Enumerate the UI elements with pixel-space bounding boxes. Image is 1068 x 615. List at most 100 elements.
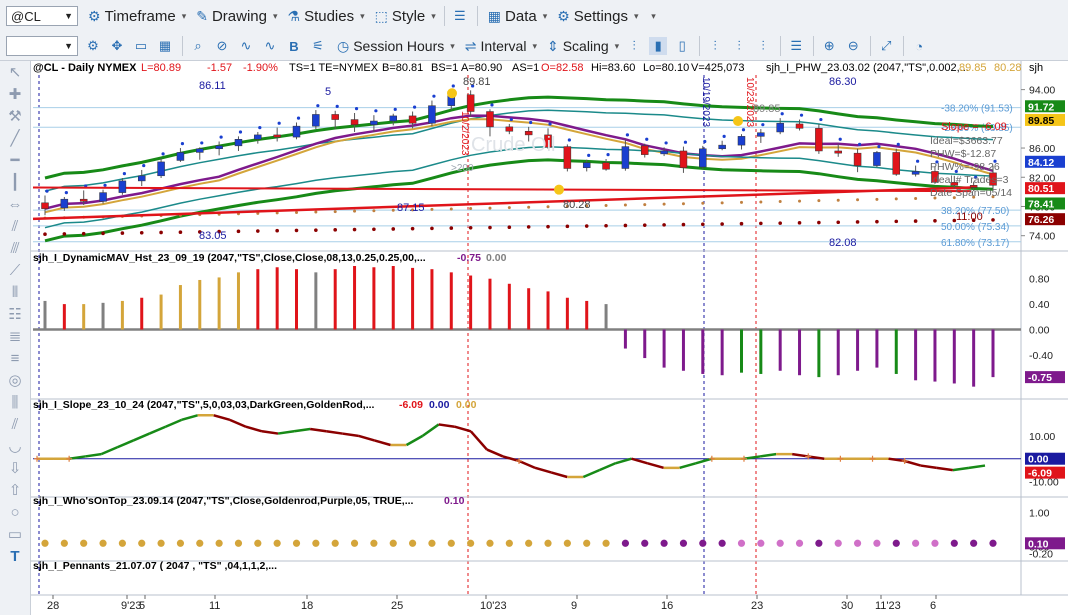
psar-dot	[761, 123, 765, 127]
header-high: Hi=83.60	[591, 62, 635, 74]
workspace-combo[interactable]: ▼	[6, 36, 78, 56]
ma200-dot	[294, 228, 299, 233]
psar-dot	[161, 152, 165, 156]
ma-dot	[836, 198, 840, 202]
chart-area[interactable]: -38.20% (91.53)-23.60% (88.85)38.20% (77…	[31, 61, 1068, 615]
rectangle-icon[interactable]: ▭	[0, 523, 30, 545]
studies-menu[interactable]: ⚗ Studies ▾	[288, 8, 365, 25]
hist-tick-label: 0.80	[1029, 274, 1050, 286]
line-chart-icon[interactable]: ⫶	[754, 37, 772, 55]
zoom-in-icon[interactable]: ⊕	[820, 37, 838, 55]
trendline-icon[interactable]: ╱	[0, 127, 30, 149]
vertical-bars-icon[interactable]: ⦀	[0, 281, 30, 303]
ma-dot	[449, 207, 453, 211]
annotation-83-05: 83.05	[199, 230, 227, 242]
wrench-icon[interactable]: ⚒	[0, 105, 30, 127]
ma200-dot	[546, 224, 550, 229]
layers-icon[interactable]: ⚟	[309, 37, 327, 55]
interval-menu[interactable]: ⇌ Interval ▾	[465, 38, 537, 55]
fib-extension-icon[interactable]: ≡	[0, 347, 30, 369]
hollow-candle-icon[interactable]: ▯	[673, 37, 691, 55]
chart-line2-icon[interactable]: ∿	[261, 37, 279, 55]
gear-icon: ⚙	[88, 7, 101, 24]
cursor-icon[interactable]: ✥	[108, 37, 126, 55]
trend-icon[interactable]: ⤢	[877, 37, 895, 55]
who-dot	[428, 539, 436, 547]
price-tick-label: 74.00	[1029, 231, 1055, 243]
pointer-icon[interactable]: ↖	[0, 61, 30, 83]
scaling-menu[interactable]: ⇕ Scaling ▾	[547, 38, 619, 55]
arrow-up-icon[interactable]: ⇧	[0, 479, 30, 501]
ma200-dot	[314, 228, 318, 232]
link-icon[interactable]: ⚙	[84, 37, 102, 55]
who-dot	[80, 539, 88, 547]
panes-icon[interactable]: ☰	[787, 37, 805, 55]
arrows-icon[interactable]: ⇔	[0, 193, 30, 215]
ma200-dot	[642, 223, 647, 227]
psar-dot	[335, 104, 339, 109]
price-tick-label: 94.00	[1029, 85, 1055, 97]
chevron-down-icon: ▾	[272, 10, 278, 21]
data-menu[interactable]: ▦ Data ▾	[488, 8, 547, 25]
style-menu[interactable]: ⬚ Style ▾	[375, 8, 436, 25]
who-dot	[544, 539, 552, 547]
candle-chart-icon[interactable]: ▮	[649, 37, 668, 55]
who-dot	[602, 539, 610, 547]
main-toolbar: @CL ▼ ⚙ Timeframe ▾ ✎ Drawing ▾ ⚗ Studies ▾ ⬚ S…	[0, 0, 1068, 33]
drawing-menu[interactable]: ✎ Drawing ▾	[196, 8, 277, 25]
chevron-down-icon: ▾	[360, 10, 365, 21]
zoom-out-icon[interactable]: ⊖	[844, 37, 862, 55]
zoom-chart-icon[interactable]: ⌕	[189, 37, 207, 55]
bold-b-icon[interactable]: B	[285, 37, 303, 55]
crosshair-icon[interactable]: ✚	[0, 83, 30, 105]
ellipse-icon[interactable]: ○	[0, 501, 30, 523]
timeframe-menu[interactable]: ⚙ Timeframe ▾	[88, 8, 186, 25]
header-ts: TS=1 TE=NYMEX	[289, 62, 379, 74]
flask-icon: ⚗	[287, 7, 301, 24]
parallel-lines-icon[interactable]: ⫻	[0, 237, 30, 259]
gann-icon[interactable]: ⫽	[0, 413, 30, 435]
psar-dot	[896, 142, 900, 146]
session-hours-menu[interactable]: ◷ Session Hours ▾	[337, 38, 455, 55]
vertical-line-icon[interactable]: ┃	[0, 171, 30, 193]
ma200-dot	[778, 221, 782, 225]
symbol-combo[interactable]: @CL ▼	[6, 6, 78, 26]
grid-lines-icon[interactable]: ☷	[0, 303, 30, 325]
arrow-down-icon[interactable]: ⇩	[0, 457, 30, 479]
hlc-icon[interactable]: ⫶	[706, 37, 724, 55]
gauge-icon[interactable]: ◔	[910, 37, 928, 55]
pencil-icon: ✎	[196, 7, 208, 24]
ma200-dot	[468, 226, 473, 230]
overflow-icon[interactable]: ▾	[645, 7, 663, 25]
annotation-89-81: 89.81	[463, 76, 491, 88]
chart-line-icon[interactable]: ∿	[237, 37, 255, 55]
ruler-icon[interactable]: ⊘	[213, 37, 231, 55]
channel-icon[interactable]: ⫽	[0, 215, 30, 237]
ma200-dot	[817, 220, 821, 225]
speed-lines-icon[interactable]: ⫼	[0, 391, 30, 413]
window-icon[interactable]: ▭	[132, 37, 150, 55]
fib-icon[interactable]: ≣	[0, 325, 30, 347]
candle-body	[911, 171, 920, 175]
psar-dot	[142, 163, 146, 168]
settings-menu[interactable]: ⚙ Settings ▾	[557, 8, 638, 25]
workspace-icon[interactable]: ☰	[451, 7, 469, 25]
bar-chart-icon[interactable]: ⫶	[625, 37, 643, 55]
spiral-icon[interactable]: ◎	[0, 369, 30, 391]
horizontal-line-icon[interactable]: ━	[0, 149, 30, 171]
annotation-82-08: 82.08	[829, 237, 857, 249]
slope-title: sjh_I_Slope_23_10_24 (2047,"TS",5,0,03,0…	[33, 399, 375, 411]
candle-body	[137, 175, 146, 182]
ma200-dot	[101, 231, 105, 236]
who-dot	[931, 539, 939, 547]
grid-icon[interactable]: ▦	[156, 37, 174, 55]
ray-icon[interactable]: ⟋	[0, 259, 30, 281]
text-tool-icon[interactable]: T	[0, 545, 30, 567]
ohlc-icon[interactable]: ⫶	[730, 37, 748, 55]
ma200-label: 11:00	[956, 211, 983, 223]
candle-body	[582, 162, 591, 169]
psar-dot	[819, 117, 823, 122]
arc-icon[interactable]: ◡	[0, 435, 30, 457]
ma200-dot	[81, 231, 86, 236]
toolbar-separator	[780, 36, 782, 56]
